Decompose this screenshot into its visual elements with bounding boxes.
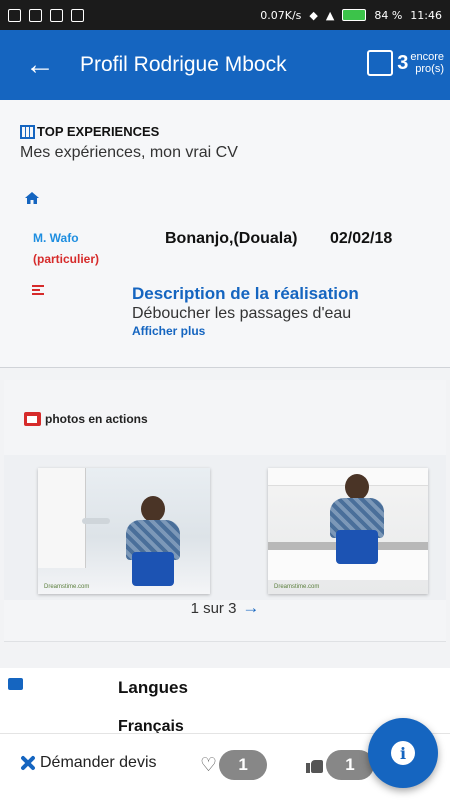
plumber-figure — [330, 474, 384, 564]
counter-label-line2: pro(s) — [415, 63, 444, 75]
counter-value: 3 — [397, 51, 409, 74]
photo-scene — [268, 468, 428, 594]
cabinet-shape — [38, 468, 86, 568]
counter-label: encore pro(s) — [410, 51, 444, 75]
status-bar: 0.07K/s ◆ ▲ 84 % 11:46 — [0, 0, 450, 30]
battery-icon — [342, 9, 367, 21]
wifi-icon: ◆ — [309, 8, 318, 22]
counter-label-line1: encore — [410, 51, 444, 63]
clock: 11:46 — [410, 8, 442, 22]
signal-icon: ▲ — [325, 8, 335, 22]
tools-icon — [18, 754, 36, 772]
like-button[interactable]: 1 — [306, 750, 374, 780]
network-speed: 0.07K/s — [260, 8, 302, 22]
job-date: 02/02/18 — [330, 230, 393, 247]
photo-watermark: Dreamstime.com — [274, 584, 320, 590]
photo-pager: 1 sur 3 → — [4, 598, 446, 618]
counter-icon — [367, 50, 394, 76]
photos-card: photos en actions Dreamstime.com Dreamst… — [4, 380, 446, 642]
experience-card: TOP EXPERIENCES Mes expériences, mon vra… — [0, 100, 450, 368]
request-quote-label: Démander devis — [40, 754, 157, 771]
experience-subtitle: Mes expériences, mon vrai CV — [20, 144, 238, 161]
description-icon — [32, 285, 44, 295]
back-arrow-icon[interactable]: ← — [0, 30, 80, 100]
table-icon — [20, 124, 35, 139]
photos-heading-label: photos en actions — [45, 412, 148, 426]
notification-icon — [8, 8, 21, 22]
thumbs-up-icon — [306, 757, 324, 773]
job-location: Bonanjo,(Douala) — [165, 230, 298, 247]
app-bar: ← Profil Rodrigue Mbock 3 encore pro(s) — [0, 30, 450, 100]
languages-heading: Langues — [118, 678, 188, 697]
client-name[interactable]: M. Wafo — [33, 231, 79, 245]
description-title: Description de la réalisation — [132, 284, 359, 303]
favorite-count: 1 — [219, 750, 268, 780]
photos-heading: photos en actions — [24, 412, 148, 426]
plumber-figure — [126, 496, 180, 586]
client-type: (particulier) — [33, 252, 100, 266]
remaining-pros-counter[interactable]: 3 encore pro(s) — [367, 50, 444, 76]
request-quote-button[interactable]: Démander devis — [18, 754, 157, 772]
info-icon: i — [391, 741, 415, 765]
photo-library-icon — [24, 412, 41, 426]
description-text: Déboucher les passages d'eau — [132, 305, 352, 322]
photo-thumbnail[interactable]: Dreamstime.com — [38, 468, 210, 594]
chat-icon — [8, 678, 23, 690]
home-icon — [25, 192, 39, 204]
experience-heading: TOP EXPERIENCES — [20, 124, 159, 139]
pipe-shape — [82, 518, 110, 524]
photo-thumbnail[interactable]: Dreamstime.com — [268, 468, 428, 594]
info-button[interactable]: i — [368, 718, 438, 788]
favorite-button[interactable]: ♡ 1 — [200, 750, 268, 780]
image-icon — [29, 8, 42, 22]
pager-label: 1 sur 3 — [190, 600, 237, 617]
usb-icon — [50, 8, 63, 22]
next-arrow-icon[interactable]: → — [242, 598, 259, 617]
android-icon — [71, 8, 84, 22]
photo-watermark: Dreamstime.com — [44, 584, 90, 590]
experience-heading-label: TOP EXPERIENCES — [37, 124, 160, 139]
photo-scene — [38, 468, 210, 594]
like-count: 1 — [326, 750, 374, 780]
battery-level: 84 % — [374, 8, 403, 22]
heart-icon: ♡ — [200, 754, 218, 776]
show-more-link[interactable]: Afficher plus — [132, 324, 205, 338]
